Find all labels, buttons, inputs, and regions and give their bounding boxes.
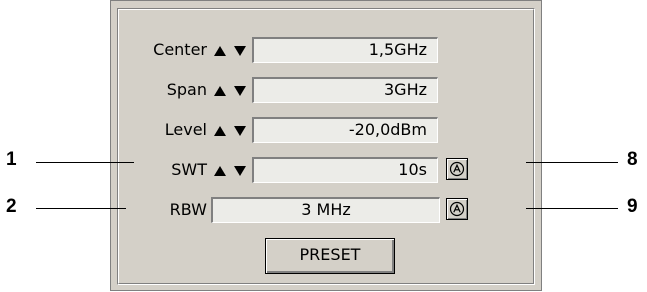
center-field[interactable]: 1,5GHz xyxy=(252,37,438,63)
callout-8-line xyxy=(526,162,618,163)
callout-8: 8 xyxy=(627,149,638,170)
swt-auto-button[interactable] xyxy=(446,158,468,180)
callout-1-line xyxy=(36,162,134,163)
arrow-down-icon xyxy=(233,86,246,96)
settings-panel: Center 1,5GHz Span 3GHz Level -20,0dBm S… xyxy=(110,0,542,291)
arrow-up-icon xyxy=(213,126,226,136)
span-stepper[interactable] xyxy=(210,77,250,105)
callout-9-line xyxy=(526,208,618,209)
span-field[interactable]: 3GHz xyxy=(252,77,438,103)
arrow-down-icon xyxy=(233,46,246,56)
auto-icon xyxy=(449,161,465,177)
auto-icon xyxy=(449,201,465,217)
span-down-button[interactable] xyxy=(230,77,249,105)
level-down-button[interactable] xyxy=(230,117,249,145)
rbw-field[interactable]: 3 MHz xyxy=(211,197,440,223)
callout-2-line xyxy=(36,208,126,209)
center-down-button[interactable] xyxy=(230,37,249,65)
level-up-button[interactable] xyxy=(210,117,229,145)
level-field[interactable]: -20,0dBm xyxy=(252,117,438,143)
center-label: Center xyxy=(153,40,207,59)
swt-field[interactable]: 10s xyxy=(252,157,438,183)
settings-groupbox: Center 1,5GHz Span 3GHz Level -20,0dBm S… xyxy=(117,8,535,285)
center-up-button[interactable] xyxy=(210,37,229,65)
span-label: Span xyxy=(166,80,207,99)
center-stepper[interactable] xyxy=(210,37,250,65)
swt-down-button[interactable] xyxy=(230,157,249,185)
arrow-up-icon xyxy=(213,86,226,96)
callout-9: 9 xyxy=(627,196,638,217)
arrow-down-icon xyxy=(233,166,246,176)
swt-stepper[interactable] xyxy=(210,157,250,185)
level-label: Level xyxy=(164,120,207,139)
arrow-down-icon xyxy=(233,126,246,136)
arrow-up-icon xyxy=(213,46,226,56)
arrow-up-icon xyxy=(213,166,226,176)
rbw-label: RBW xyxy=(169,200,207,219)
swt-up-button[interactable] xyxy=(210,157,229,185)
span-up-button[interactable] xyxy=(210,77,229,105)
preset-button[interactable]: PRESET xyxy=(265,238,395,274)
callout-1: 1 xyxy=(6,149,17,170)
rbw-auto-button[interactable] xyxy=(446,198,468,220)
callout-2: 2 xyxy=(6,196,17,217)
level-stepper[interactable] xyxy=(210,117,250,145)
